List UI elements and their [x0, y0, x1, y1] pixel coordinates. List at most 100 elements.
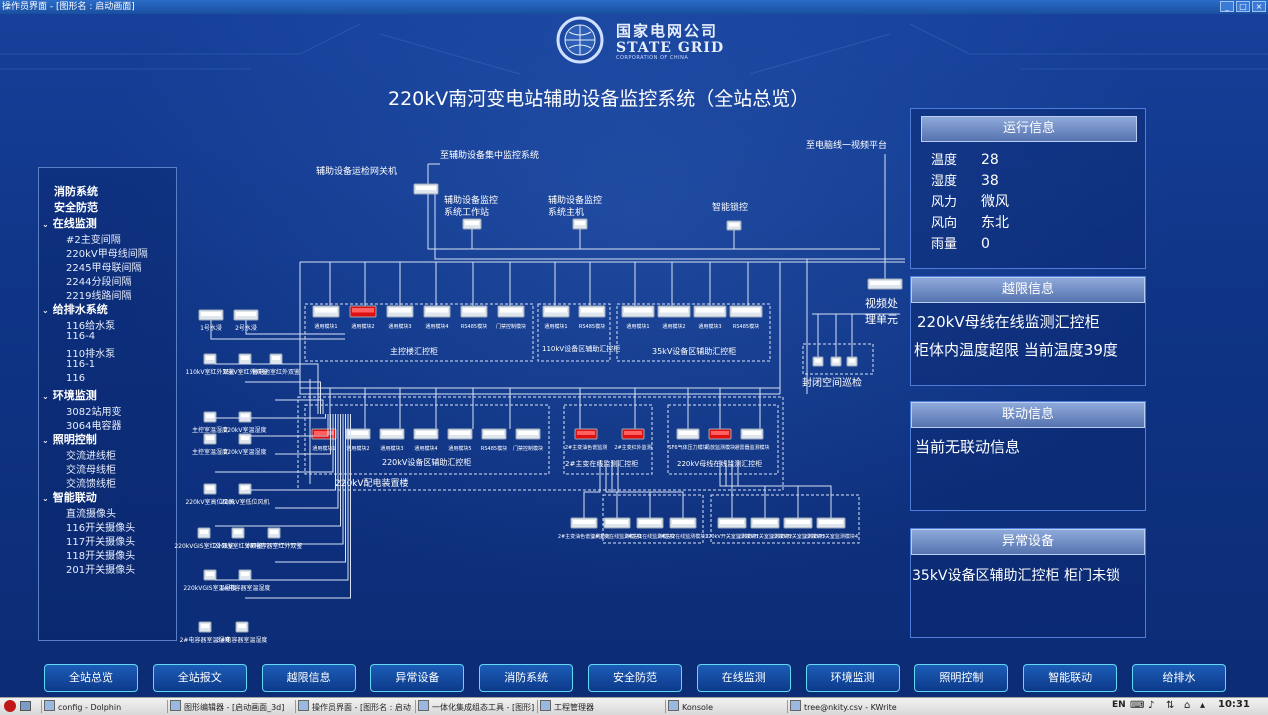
host-device[interactable]	[572, 218, 588, 230]
cabinet-main-module[interactable]	[460, 305, 488, 318]
env-sensor-device[interactable]	[203, 569, 217, 581]
cabinet-35-module[interactable]	[693, 305, 727, 318]
bottom-nav-button-8[interactable]: 照明控制	[914, 664, 1009, 692]
cabinet-220-module[interactable]	[447, 428, 473, 440]
smart-lock-device[interactable]	[726, 220, 742, 231]
bottom-nav-button-9[interactable]: 智能联动	[1023, 664, 1118, 692]
module-label: 通用模块1	[314, 323, 337, 330]
taskbar-task[interactable]: 一体化集成组态工具 - [图形]	[418, 700, 534, 713]
closed-space-device[interactable]	[812, 356, 824, 367]
bottom-right-device[interactable]	[750, 517, 780, 529]
maximize-button[interactable]: □	[1236, 1, 1250, 12]
cabinet-220-module[interactable]	[311, 428, 337, 440]
cabinet-220m-module[interactable]	[708, 428, 732, 440]
bottom-nav-button-1[interactable]: 全站报文	[152, 664, 247, 692]
bottom-nav-button-10[interactable]: 给排水	[1132, 664, 1226, 692]
env-sensor-device[interactable]	[203, 483, 217, 495]
water-sensor-device[interactable]	[198, 309, 224, 321]
bottom-right-device[interactable]	[783, 517, 813, 529]
env-sensor-device[interactable]	[238, 411, 252, 423]
device-face	[206, 356, 214, 360]
env-sensor-device[interactable]	[203, 411, 217, 423]
cabinet-220-module[interactable]	[379, 428, 405, 440]
water-sensor-device[interactable]	[233, 309, 259, 321]
bottom-left-device[interactable]	[669, 517, 697, 529]
cabinet-2zb-module[interactable]	[574, 428, 598, 440]
taskbar-task[interactable]: 工程管理器	[540, 700, 660, 713]
gateway-device[interactable]	[413, 183, 439, 195]
building-label: 220kV配电装置楼	[335, 477, 409, 489]
cabinet-main-module[interactable]	[349, 305, 377, 318]
taskbar-task-label: 一体化集成组态工具 - [图形]	[432, 703, 534, 712]
run-info-value: 微风	[981, 194, 1009, 210]
taskbar-task[interactable]: config - Dolphin	[44, 700, 162, 713]
bottom-nav-button-5[interactable]: 安全防范	[588, 664, 682, 692]
env-sensor-device[interactable]	[269, 353, 283, 365]
env-sensor-device[interactable]	[267, 527, 281, 539]
bottom-nav-button-3[interactable]: 异常设备	[370, 664, 465, 692]
module-label: 通用模块2	[346, 445, 369, 452]
taskbar-task[interactable]: 图形编辑器 - [启动画面_3d]	[170, 700, 292, 713]
env-sensor-device[interactable]	[198, 621, 212, 633]
taskbar-task[interactable]: 操作员界面 - [图形名 : 启动	[298, 700, 412, 713]
cabinet-2zb-module[interactable]	[621, 428, 645, 440]
volume-icon[interactable]: ♪	[1148, 700, 1154, 711]
bottom-right-device[interactable]	[816, 517, 846, 529]
cabinet-220-module[interactable]	[481, 428, 507, 440]
abnormal-device-panel: 异常设备 35kV设备区辅助汇控柜 柜门未锁	[910, 528, 1146, 638]
cabinet-35-module[interactable]	[621, 305, 655, 318]
cabinet-220-module[interactable]	[413, 428, 439, 440]
bottom-right-device[interactable]	[717, 517, 747, 529]
bottom-left-device[interactable]	[636, 517, 664, 529]
bottom-left-device[interactable]	[603, 517, 631, 529]
device-face	[833, 359, 839, 363]
tray-arrow-icon[interactable]: ▴	[1200, 700, 1205, 711]
cabinet-110-module[interactable]	[578, 305, 606, 318]
env-sensor-device[interactable]	[238, 483, 252, 495]
cabinet-main-module[interactable]	[423, 305, 451, 318]
bottom-nav-button-6[interactable]: 在线监测	[696, 664, 791, 692]
taskbar-task[interactable]: Konsole	[668, 700, 782, 713]
env-sensor-device[interactable]	[203, 353, 217, 365]
cabinet-35-module[interactable]	[729, 305, 763, 318]
cabinet-main-module[interactable]	[386, 305, 414, 318]
taskbar-task[interactable]: tree@nkity.csv - KWrite	[790, 700, 910, 713]
network-icon[interactable]: ⇅	[1166, 700, 1174, 711]
taskbar-task-label: 操作员界面 - [图形名 : 启动	[312, 703, 411, 712]
taskbar-task-label: Konsole	[682, 703, 714, 712]
show-desktop-icon[interactable]	[20, 701, 31, 711]
env-sensor-device[interactable]	[238, 569, 252, 581]
bottom-nav-button-7[interactable]: 环境监测	[805, 664, 900, 692]
env-sensor-device[interactable]	[231, 527, 245, 539]
cabinet-main-module[interactable]	[312, 305, 340, 318]
keyboard-icon[interactable]: ⌨	[1130, 700, 1144, 711]
lock-icon[interactable]: ⌂	[1184, 700, 1190, 711]
minimize-button[interactable]: _	[1220, 1, 1234, 12]
video-unit-device[interactable]	[867, 278, 903, 290]
language-indicator[interactable]: EN	[1112, 700, 1126, 710]
cabinet-main-module[interactable]	[497, 305, 525, 318]
module-label: 通用模块3	[698, 323, 721, 330]
env-sensor-device[interactable]	[238, 353, 252, 365]
cabinet-220m-module[interactable]	[740, 428, 764, 440]
cabinet-110-module[interactable]	[542, 305, 570, 318]
run-info-label: 湿度	[931, 174, 958, 189]
env-sensor-device[interactable]	[197, 527, 211, 539]
workstation-device[interactable]	[462, 218, 482, 230]
close-button[interactable]: ×	[1252, 1, 1266, 12]
env-sensor-device[interactable]	[203, 433, 217, 445]
closed-space-device[interactable]	[846, 356, 858, 367]
bottom-nav-button-4[interactable]: 消防系统	[479, 664, 574, 692]
bottom-nav-button-0[interactable]: 全站总览	[44, 664, 138, 692]
cabinet-220-module[interactable]	[345, 428, 371, 440]
env-sensor-label: 1#电容器室红外双鉴	[246, 542, 303, 550]
cabinet-35-module[interactable]	[657, 305, 691, 318]
bottom-left-device[interactable]	[570, 517, 598, 529]
env-sensor-device[interactable]	[235, 621, 249, 633]
cabinet-220m-module[interactable]	[676, 428, 700, 440]
closed-space-device[interactable]	[830, 356, 842, 367]
bottom-nav-button-2[interactable]: 越限信息	[261, 664, 356, 692]
start-menu-icon[interactable]	[4, 700, 16, 712]
cabinet-220-module[interactable]	[515, 428, 541, 440]
gateway-label: 辅助设备运检网关机	[316, 165, 397, 177]
